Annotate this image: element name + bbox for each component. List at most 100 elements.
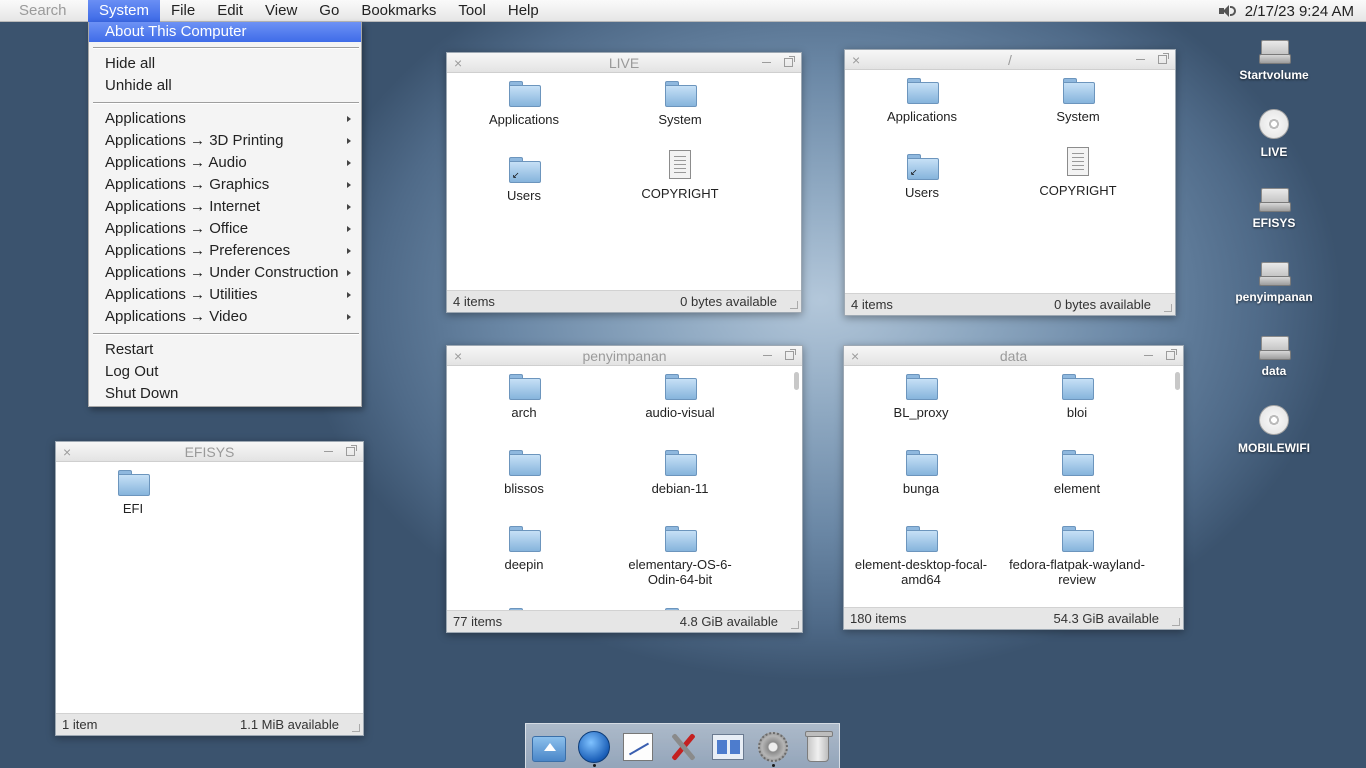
menu-bookmarks[interactable]: Bookmarks (350, 0, 447, 22)
resize-grip-icon[interactable] (791, 621, 799, 629)
folder-item[interactable]: BL_proxy (844, 374, 999, 420)
resize-grip-icon[interactable] (352, 724, 360, 732)
document-icon (669, 150, 691, 179)
menu-item-video[interactable]: Applications → Video (89, 307, 361, 327)
submenu-arrow-icon (347, 314, 351, 320)
folder-icon (1062, 450, 1094, 476)
desktop-icon-startvolume[interactable]: Startvolume (1219, 40, 1329, 82)
menu-help[interactable]: Help (497, 0, 550, 22)
item-label: Applications (886, 109, 958, 124)
submenu-arrow-icon (347, 116, 351, 122)
folder-item[interactable]: element (999, 450, 1155, 496)
folder-item[interactable]: fedora-flatpak-wayland-review (999, 526, 1155, 587)
close-icon[interactable]: × (852, 52, 860, 68)
menu-item-internet[interactable]: Applications → Internet (89, 197, 361, 217)
folder-item[interactable]: debian-11 (602, 450, 758, 496)
item-label: Users (507, 188, 541, 203)
close-icon[interactable]: × (63, 444, 71, 460)
search-field[interactable]: Search (0, 2, 88, 19)
volume-icon[interactable] (1218, 4, 1237, 18)
folder-item[interactable]: Applications (844, 78, 1000, 124)
menu-item-audio[interactable]: Applications → Audio (89, 153, 361, 173)
folder-item[interactable]: audio-visual (602, 374, 758, 420)
file-item[interactable]: COPYRIGHT (602, 150, 758, 201)
file-item[interactable]: COPYRIGHT (1000, 147, 1156, 198)
folder-item[interactable]: arch (447, 374, 602, 420)
minimize-icon[interactable] (763, 355, 772, 356)
desktop-icon-label: Startvolume (1239, 68, 1309, 82)
folder-item[interactable]: deepin (447, 526, 602, 572)
menu-go[interactable]: Go (308, 0, 350, 22)
zoom-icon[interactable] (1166, 349, 1177, 360)
zoom-icon[interactable] (784, 56, 795, 67)
minimize-icon[interactable] (1144, 355, 1153, 356)
menu-item-hide-all[interactable]: Hide all (89, 54, 361, 74)
panel-icon[interactable] (712, 734, 744, 760)
menu-item-shut-down[interactable]: Shut Down (89, 384, 361, 404)
menu-item-restart[interactable]: Restart (89, 340, 361, 360)
zoom-icon[interactable] (346, 445, 357, 456)
available-space: 0 bytes available (1054, 297, 1151, 312)
web-browser-icon[interactable] (578, 731, 610, 763)
minimize-icon[interactable] (1136, 59, 1145, 60)
trash-icon[interactable] (805, 731, 833, 762)
folder-item[interactable]: element-desktop-focal-amd64 (844, 526, 999, 587)
menu-item-applications[interactable]: Applications (89, 109, 361, 129)
menu-view[interactable]: View (254, 0, 308, 22)
minimize-icon[interactable] (762, 62, 771, 63)
folder-item[interactable]: blissos (447, 450, 602, 496)
desktop-icon-data[interactable]: data (1219, 336, 1329, 378)
menu-tool[interactable]: Tool (447, 0, 497, 22)
scrollbar-thumb[interactable] (794, 372, 799, 390)
close-icon[interactable]: × (454, 348, 462, 364)
menu-item-about[interactable]: About This Computer (89, 22, 361, 42)
menu-item-3d-printing[interactable]: Applications → 3D Printing (89, 131, 361, 151)
zoom-icon[interactable] (1158, 53, 1169, 64)
menu-edit[interactable]: Edit (206, 0, 254, 22)
window-title-bar[interactable]: × EFISYS (56, 442, 363, 462)
menu-item-office[interactable]: Applications → Office (89, 219, 361, 239)
folder-item[interactable]: System (1000, 78, 1156, 124)
close-icon[interactable]: × (851, 348, 859, 364)
folder-item[interactable]: bloi (999, 374, 1155, 420)
menu-item-log-out[interactable]: Log Out (89, 362, 361, 382)
desktop-icon-penyimpanan[interactable]: penyimpanan (1219, 262, 1329, 304)
settings-gear-icon[interactable] (758, 732, 788, 762)
folder-icon (906, 374, 938, 400)
menu-item-label: Applications → Under Construction (105, 264, 339, 281)
folder-item[interactable]: EFI (55, 470, 211, 516)
menu-item-unhide-all[interactable]: Unhide all (89, 76, 361, 96)
close-icon[interactable]: × (454, 55, 462, 71)
zoom-icon[interactable] (785, 349, 796, 360)
desktop-icon-efisys[interactable]: EFISYS (1219, 188, 1329, 230)
text-editor-icon[interactable] (623, 733, 653, 761)
clock[interactable]: 2/17/23 9:24 AM (1245, 3, 1354, 20)
window-title-bar[interactable]: × LIVE (447, 53, 801, 73)
folder-item[interactable]: Applications (446, 81, 602, 127)
minimize-icon[interactable] (324, 451, 333, 452)
window-title-bar[interactable]: × penyimpanan (447, 346, 802, 366)
scrollbar-thumb[interactable] (1175, 372, 1180, 390)
home-folder-icon[interactable] (532, 736, 566, 762)
resize-grip-icon[interactable] (1172, 618, 1180, 626)
folder-item[interactable]: ↙ Users (446, 157, 602, 203)
menu-system[interactable]: System (88, 0, 161, 22)
tools-icon[interactable] (666, 731, 700, 763)
folder-item[interactable]: ↙ Users (844, 154, 1000, 200)
resize-grip-icon[interactable] (790, 301, 798, 309)
folder-icon (1062, 526, 1094, 552)
menu-item-utilities[interactable]: Applications → Utilities (89, 285, 361, 305)
window-title-bar[interactable]: × data (844, 346, 1183, 366)
menu-item-graphics[interactable]: Applications → Graphics (89, 175, 361, 195)
folder-item[interactable]: bunga (844, 450, 999, 496)
item-count: 4 items (851, 297, 893, 312)
folder-item[interactable]: System (602, 81, 758, 127)
folder-item[interactable]: elementary-OS-6-Odin-64-bit (602, 526, 758, 587)
desktop-icon-mobilewifi[interactable]: MOBILEWIFI (1219, 405, 1329, 455)
menu-file[interactable]: File (160, 0, 206, 22)
desktop-icon-live[interactable]: LIVE (1219, 109, 1329, 159)
resize-grip-icon[interactable] (1164, 304, 1172, 312)
menu-item-preferences[interactable]: Applications → Preferences (89, 241, 361, 261)
window-title-bar[interactable]: × / (845, 50, 1175, 70)
menu-item-under-construction[interactable]: Applications → Under Construction (89, 263, 361, 283)
